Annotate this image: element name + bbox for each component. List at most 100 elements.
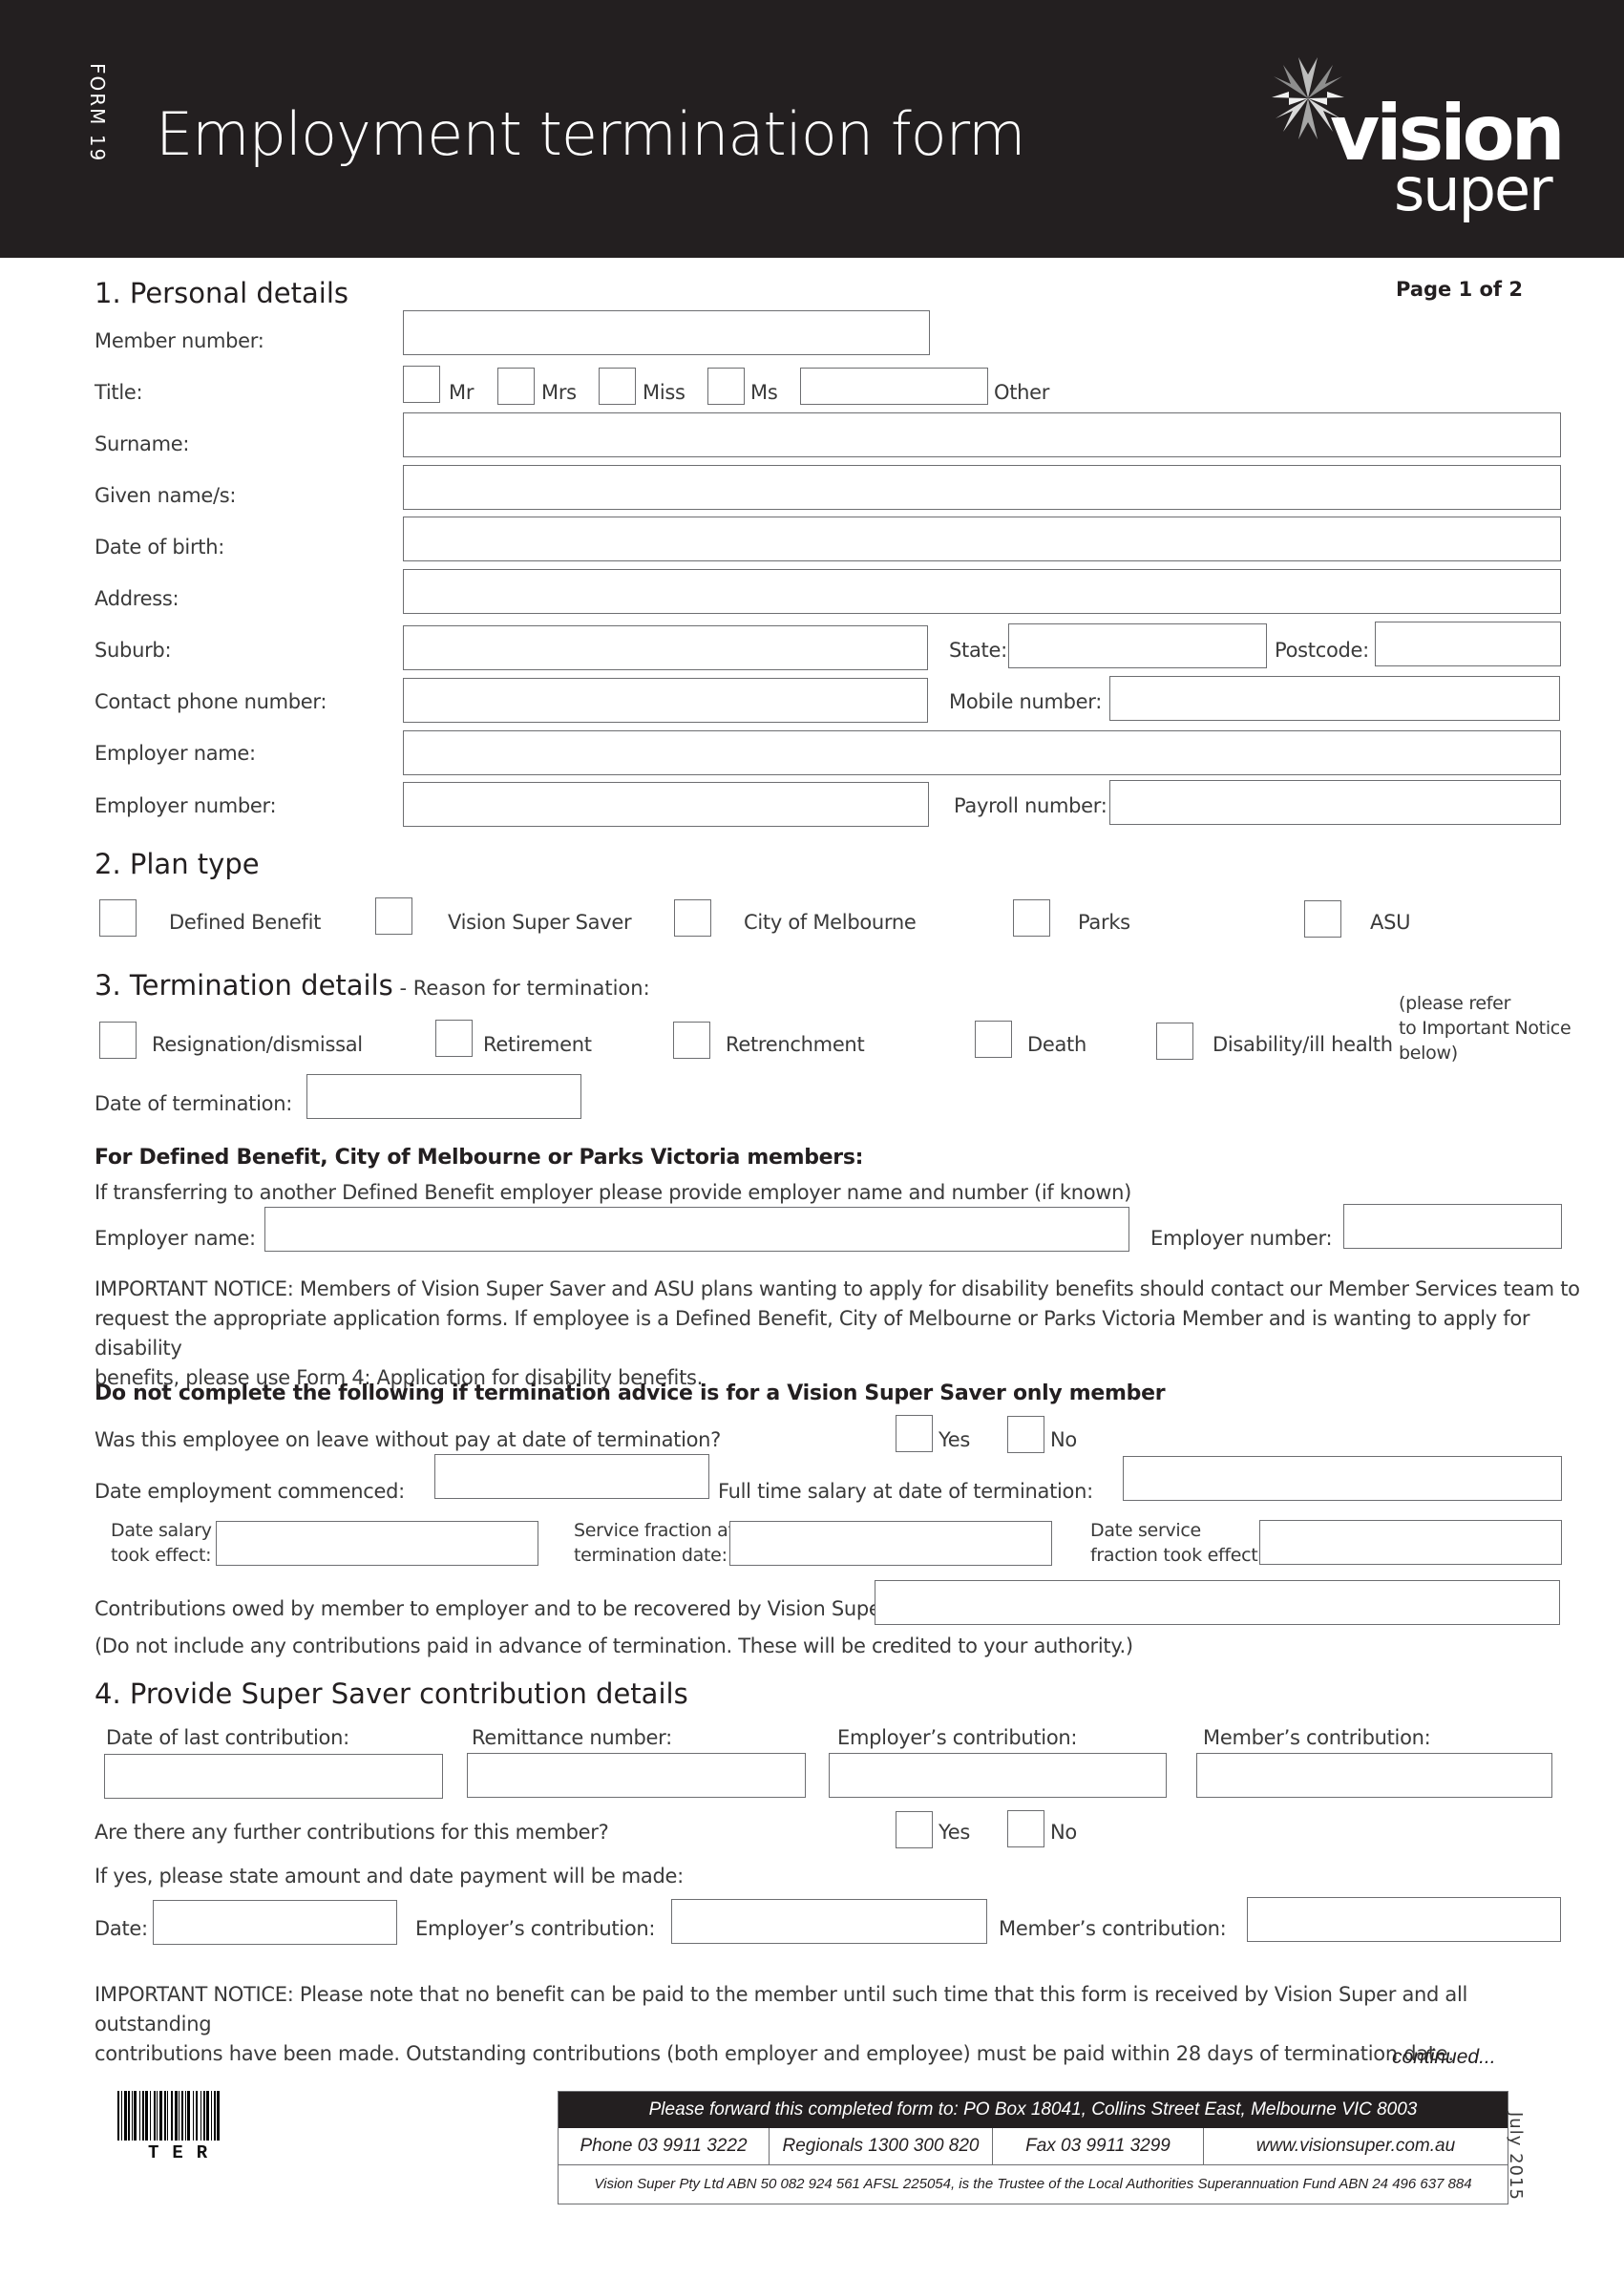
payroll-number-label: Payroll number: <box>954 794 1107 817</box>
member-number-field[interactable] <box>403 310 930 355</box>
db-employer-name-label: Employer name: <box>95 1227 256 1250</box>
full-time-salary-field[interactable] <box>1123 1456 1562 1501</box>
regionals-number: Regionals 1300 300 820 <box>770 2128 993 2164</box>
reason-disability-label: Disability/ill health <box>1213 1033 1393 1056</box>
plan-city-of-melbourne-checkbox[interactable] <box>674 899 711 937</box>
date-of-last-contribution-field[interactable] <box>104 1754 443 1799</box>
form-number: FORM 19 <box>86 63 109 163</box>
title-mrs-checkbox[interactable] <box>497 368 535 405</box>
reason-retirement-checkbox[interactable] <box>435 1020 473 1057</box>
section-plan-type-heading: 2. Plan type <box>95 848 260 880</box>
reason-resignation-label: Resignation/dismissal <box>152 1033 363 1056</box>
address-label: Address: <box>95 587 179 610</box>
employers-contribution-label: Employer’s contribution: <box>837 1726 1078 1749</box>
notice-line: IMPORTANT NOTICE: Members of Vision Supe… <box>95 1277 1580 1300</box>
contributions-owed-field[interactable] <box>875 1580 1560 1625</box>
contact-row: Phone 03 9911 3222 Regionals 1300 300 82… <box>559 2128 1508 2165</box>
further-employer-contribution-field[interactable] <box>671 1899 987 1944</box>
disability-note: (please refer to Important Notice below) <box>1399 991 1571 1065</box>
given-names-field[interactable] <box>403 465 1561 510</box>
section-contribution-details-heading: 4. Provide Super Saver contribution deta… <box>95 1677 688 1710</box>
disability-note-line: below) <box>1399 1043 1458 1064</box>
members-contribution-field[interactable] <box>1196 1753 1552 1798</box>
reason-resignation-checkbox[interactable] <box>99 1022 137 1059</box>
reason-disability-checkbox[interactable] <box>1156 1023 1193 1060</box>
db-transfer-instruction: If transferring to another Defined Benef… <box>95 1181 1132 1204</box>
state-field[interactable] <box>1008 623 1267 668</box>
title-other-field[interactable] <box>800 368 988 405</box>
reason-for-termination-label: - Reason for termination: <box>392 977 650 1000</box>
contributions-owed-label: Contributions owed by member to employer… <box>95 1597 896 1620</box>
title-miss-checkbox[interactable] <box>599 368 636 405</box>
further-contributions-yes-label: Yes <box>939 1821 970 1844</box>
date-service-fraction-field[interactable] <box>1259 1520 1562 1565</box>
date-salary-took-effect-field[interactable] <box>216 1521 538 1566</box>
plan-vision-super-saver-checkbox[interactable] <box>375 897 412 935</box>
surname-field[interactable] <box>403 412 1561 457</box>
header-banner: FORM 19 Employment termination form visi… <box>0 0 1624 258</box>
if-yes-instruction: If yes, please state amount and date pay… <box>95 1865 684 1888</box>
payment-important-notice: IMPORTANT NOTICE: Please note that no be… <box>95 1980 1584 2069</box>
date-of-termination-label: Date of termination: <box>95 1092 292 1115</box>
forward-address: Please forward this completed form to: P… <box>559 2092 1508 2128</box>
label-line: took effect: <box>111 1545 212 1566</box>
mobile-number-field[interactable] <box>1109 676 1560 721</box>
payment-date-label: Date: <box>95 1917 148 1940</box>
payment-date-field[interactable] <box>153 1900 397 1945</box>
employer-name-field[interactable] <box>403 730 1561 775</box>
title-mr-checkbox[interactable] <box>403 366 440 403</box>
section-termination-details-heading: 3. Termination details - Reason for term… <box>95 969 650 1002</box>
member-number-label: Member number: <box>95 329 264 352</box>
contact-phone-label: Contact phone number: <box>95 690 327 713</box>
employer-name-label: Employer name: <box>95 742 256 765</box>
further-contributions-yes-checkbox[interactable] <box>896 1811 933 1848</box>
service-fraction-field[interactable] <box>729 1521 1052 1566</box>
further-member-contribution-label: Member’s contribution: <box>999 1917 1227 1940</box>
label-line: termination date: <box>574 1545 728 1566</box>
date-employment-commenced-field[interactable] <box>434 1454 709 1499</box>
page-title: Employment termination form <box>156 99 1025 169</box>
surname-label: Surname: <box>95 432 190 455</box>
full-time-salary-label: Full time salary at date of termination: <box>718 1480 1093 1503</box>
reason-death-checkbox[interactable] <box>975 1021 1012 1058</box>
further-member-contribution-field[interactable] <box>1247 1897 1561 1942</box>
notice-line: IMPORTANT NOTICE: Please note that no be… <box>95 1983 1468 2035</box>
label-line: Service fraction at <box>574 1520 735 1541</box>
further-contributions-no-checkbox[interactable] <box>1007 1810 1044 1847</box>
suburb-field[interactable] <box>403 625 928 670</box>
db-employer-name-field[interactable] <box>264 1207 1129 1252</box>
date-of-termination-field[interactable] <box>306 1074 581 1119</box>
date-service-fraction-label: Date service fraction took effect: <box>1090 1518 1264 1568</box>
title-ms-label: Ms <box>750 381 778 404</box>
date-salary-took-effect-label: Date salary took effect: <box>111 1518 212 1568</box>
date-of-birth-field[interactable] <box>403 517 1561 561</box>
termination-details-title: 3. Termination details <box>95 969 393 1002</box>
reason-retrenchment-checkbox[interactable] <box>673 1022 710 1059</box>
remittance-number-field[interactable] <box>467 1753 806 1798</box>
leave-without-pay-yes-checkbox[interactable] <box>896 1415 933 1452</box>
employer-number-field[interactable] <box>403 782 929 827</box>
trustee-note: Vision Super Pty Ltd ABN 50 082 924 561 … <box>594 2176 1472 2192</box>
postcode-label: Postcode: <box>1275 639 1369 662</box>
title-mr-label: Mr <box>449 381 475 404</box>
continued-note: continued... <box>1392 2046 1496 2068</box>
plan-defined-benefit-checkbox[interactable] <box>99 899 137 937</box>
disability-important-notice: IMPORTANT NOTICE: Members of Vision Supe… <box>95 1275 1584 1393</box>
contact-phone-field[interactable] <box>403 678 928 723</box>
payroll-number-field[interactable] <box>1109 780 1561 825</box>
barcode-icon <box>117 2091 251 2141</box>
plan-parks-checkbox[interactable] <box>1013 899 1050 937</box>
db-employer-number-field[interactable] <box>1343 1204 1562 1249</box>
postcode-field[interactable] <box>1375 622 1561 666</box>
notice-line: contributions have been made. Outstandin… <box>95 2042 1454 2065</box>
state-label: State: <box>949 639 1007 662</box>
leave-without-pay-yes-label: Yes <box>939 1428 970 1451</box>
contributions-note: (Do not include any contributions paid i… <box>95 1635 1133 1657</box>
title-ms-checkbox[interactable] <box>707 368 745 405</box>
leave-without-pay-no-checkbox[interactable] <box>1007 1416 1044 1453</box>
address-field[interactable] <box>403 569 1561 614</box>
plan-city-of-melbourne-label: City of Melbourne <box>744 911 917 934</box>
employers-contribution-field[interactable] <box>829 1753 1167 1798</box>
website-link[interactable]: www.visionsuper.com.au <box>1204 2128 1508 2164</box>
plan-asu-checkbox[interactable] <box>1304 900 1341 938</box>
